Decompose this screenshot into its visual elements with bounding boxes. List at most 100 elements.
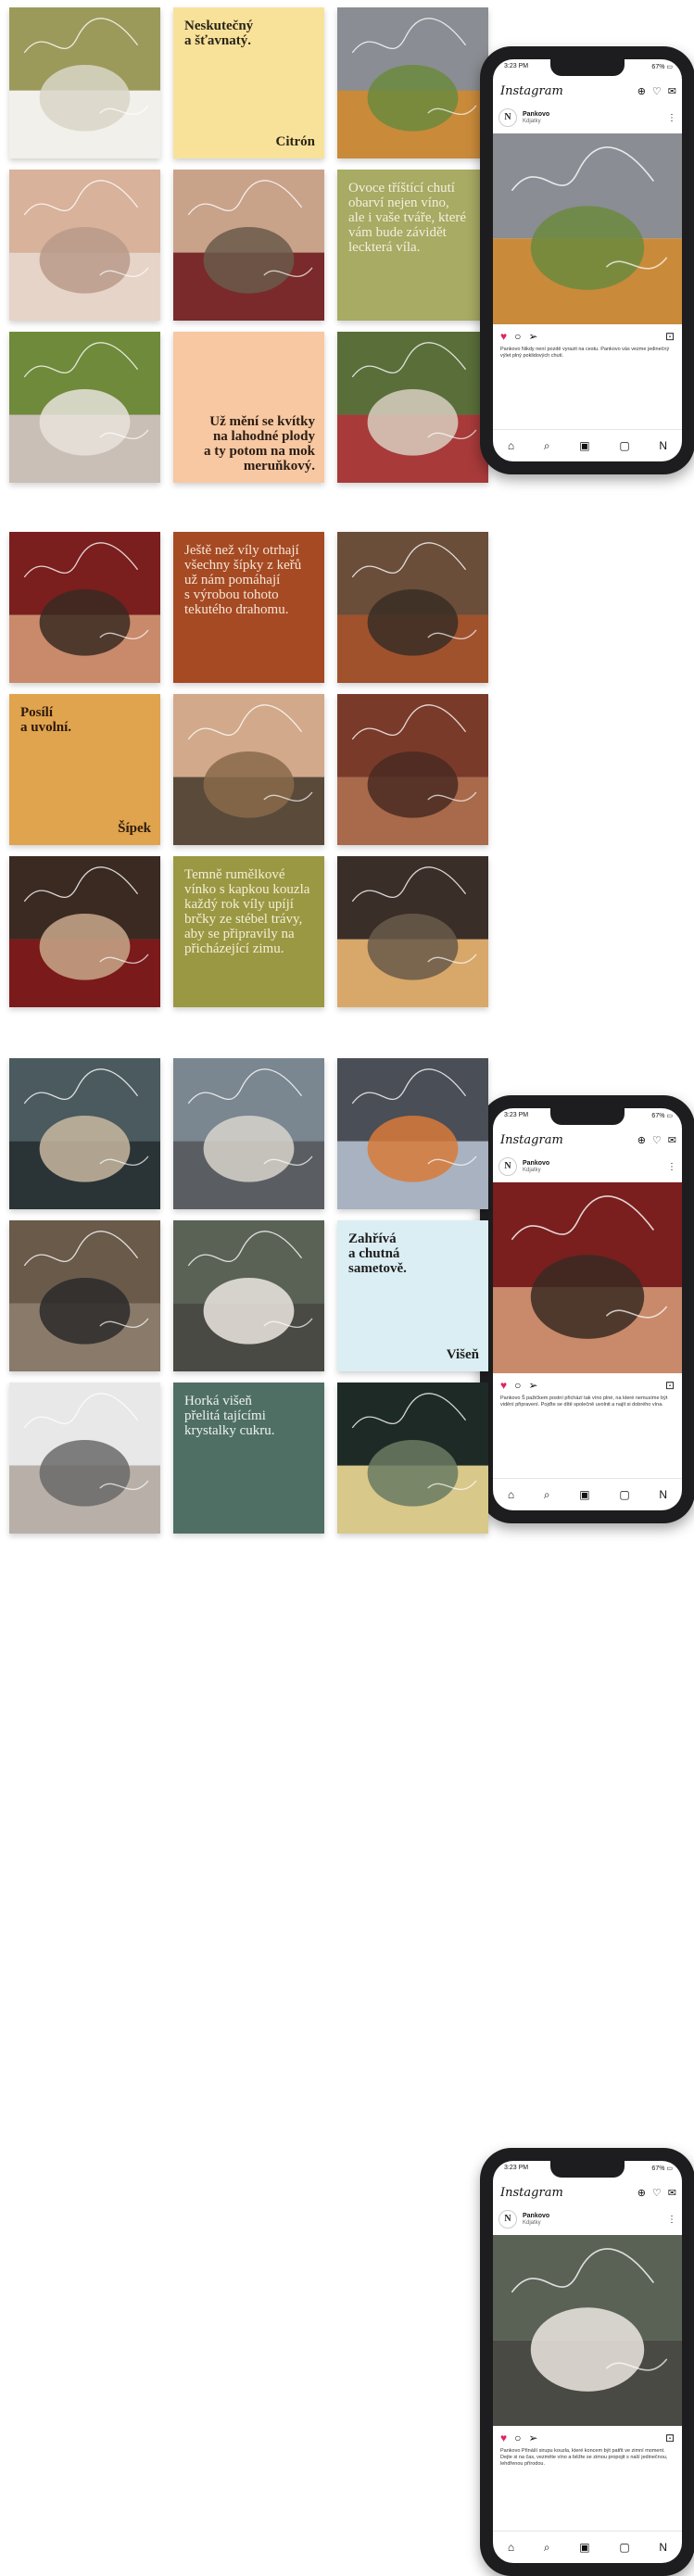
bookmark-icon[interactable]: ⊡	[665, 2431, 675, 2444]
comment-icon[interactable]: ○	[514, 330, 521, 343]
search-icon[interactable]: ⌕	[544, 439, 550, 453]
post-actions: ♥ ○ ➢ ⊡	[500, 330, 675, 343]
shop-icon[interactable]: ▢	[619, 1488, 629, 1501]
berries-hand-photo	[337, 332, 488, 483]
beach-sunset-photo	[9, 170, 160, 321]
shop-icon[interactable]: ▢	[619, 2541, 629, 2554]
shop-icon[interactable]: ▢	[619, 439, 629, 452]
candles-book-photo	[337, 856, 488, 1007]
search-icon[interactable]: ⌕	[544, 2541, 550, 2555]
text-tile: Ovoce tříštící chutí obarví nejen víno, …	[337, 170, 488, 321]
sheep-antlers-photo	[173, 1220, 324, 1371]
account-name[interactable]: Pankovo	[523, 2213, 549, 2220]
grid-section-1: Neskutečný a šťavnatý. Citrón Ovoce tříšt…	[0, 7, 694, 483]
post-caption: Pankovo Š pažičkem postní přichází tak v…	[500, 1395, 668, 1408]
text-tile: Zahřívá a chutná sametově. Višeň	[337, 1220, 488, 1371]
reels-icon[interactable]: ▣	[579, 439, 589, 452]
like-heart-icon[interactable]: ♥	[500, 2431, 507, 2444]
text-tile: Temně rumělkové vínko s kapkou kouzla ka…	[173, 856, 324, 1007]
logs-forest-photo	[9, 1058, 160, 1209]
share-icon[interactable]: ➢	[528, 2431, 537, 2444]
like-heart-icon[interactable]: ♥	[500, 330, 507, 343]
share-icon[interactable]: ➢	[528, 1379, 537, 1392]
account-name[interactable]: Pankovo	[523, 111, 549, 119]
heart-icon[interactable]: ♡	[652, 85, 662, 97]
grid-section-3: Zahřívá a chutná sametově. Višeň Horká vi…	[0, 1058, 694, 2576]
text-tile: Ještě než víly otrhají všechny šípky z k…	[173, 532, 324, 683]
post-caption: Pankovo Přináší sirupu kouzla, které kon…	[500, 2448, 668, 2467]
status-time: 3:23 PM	[504, 63, 529, 69]
tile-text: Už mění se kvítky na lahodné plody a ty …	[203, 414, 315, 474]
profile-icon[interactable]: N	[659, 439, 667, 452]
bottom-nav: ⌂ ⌕ ▣ ▢ N	[493, 429, 682, 461]
tile-corner-label: Višeň	[446, 1347, 479, 1362]
comment-icon[interactable]: ○	[514, 1379, 521, 1392]
text-tile: Neskutečný a šťavnatý. Citrón	[173, 7, 324, 158]
bottom-nav: ⌂ ⌕ ▣ ▢ N	[493, 1478, 682, 1510]
text-tile: Už mění se kvítky na lahodné plody a ty …	[173, 332, 324, 483]
account-subtitle: Kdjatky	[523, 118, 541, 124]
picnic-blanket-photo	[9, 7, 160, 158]
home-icon[interactable]: ⌂	[508, 2541, 514, 2554]
post-actions: ♥ ○ ➢ ⊡	[500, 1379, 675, 1392]
tea-sweater-photo	[337, 532, 488, 683]
like-heart-icon[interactable]: ♥	[500, 1379, 507, 1392]
more-options-icon[interactable]: ⋮	[667, 113, 676, 123]
tile-text: Temně rumělkové vínko s kapkou kouzla ka…	[184, 867, 310, 956]
wine-book-fire-photo	[9, 856, 160, 1007]
wine-toast-photo	[173, 170, 324, 321]
profile-icon[interactable]: N	[659, 1488, 667, 1501]
status-time: 3:23 PM	[504, 2165, 529, 2171]
fire-glasses-photo	[337, 1058, 488, 1209]
grid-section-2: Ještě než víly otrhají všechny šípky z k…	[0, 532, 694, 1523]
woman-coat-photo	[173, 1058, 324, 1209]
status-bar: 3:23 PM 67% ▭	[504, 2165, 673, 2172]
mountain-van-photo	[337, 7, 488, 158]
woman-grass-photo	[9, 1220, 160, 1371]
bookmark-icon[interactable]: ⊡	[665, 1379, 675, 1392]
messenger-icon[interactable]: ✉	[668, 85, 676, 97]
bottom-nav: ⌂ ⌕ ▣ ▢ N	[493, 2531, 682, 2563]
new-post-icon[interactable]: ⊕	[637, 2187, 646, 2199]
avatar[interactable]: N	[498, 108, 517, 127]
account-subtitle: Kdjatky	[523, 2219, 541, 2226]
more-options-icon[interactable]: ⋮	[667, 2215, 676, 2225]
christmas-tree-photo	[337, 1383, 488, 1534]
reels-icon[interactable]: ▣	[579, 1488, 589, 1501]
avatar[interactable]: N	[498, 2210, 517, 2229]
home-icon[interactable]: ⌂	[508, 1488, 514, 1501]
heart-icon[interactable]: ♡	[652, 2187, 662, 2199]
text-tile: Horká višeň přelitá tajícími krystalky c…	[173, 1383, 324, 1534]
phone-mockup: 3:23 PM 67% ▭ Instagram ⊕ ♡ ✉ N Pankovo …	[480, 2148, 694, 2576]
post-actions: ♥ ○ ➢ ⊡	[500, 2431, 675, 2444]
tile-text: Horká višeň přelitá tajícími krystalky c…	[184, 1394, 275, 1438]
search-icon[interactable]: ⌕	[544, 1488, 550, 1502]
status-battery: 67% ▭	[651, 64, 673, 70]
phone-mockup: 3:23 PM 67% ▭ Instagram ⊕ ♡ ✉ N Pankovo …	[480, 46, 694, 474]
instagram-logo: Instagram	[500, 83, 563, 98]
snow-mug-photo	[9, 1383, 160, 1534]
status-battery: 67% ▭	[651, 2166, 673, 2172]
status-bar: 3:23 PM 67% ▭	[504, 63, 673, 70]
bookmark-icon[interactable]: ⊡	[665, 330, 675, 343]
tile-corner-label: Šípek	[118, 821, 151, 836]
home-icon[interactable]: ⌂	[508, 439, 514, 452]
profile-icon[interactable]: N	[659, 2541, 667, 2554]
messenger-icon[interactable]: ✉	[668, 2187, 676, 2199]
share-icon[interactable]: ➢	[528, 330, 537, 343]
railway-forest-photo	[337, 694, 488, 845]
umbrella-field-photo	[173, 694, 324, 845]
post-caption: Pankovo Nikdy není pozdě vyrazit na cest…	[500, 347, 670, 359]
reels-icon[interactable]: ▣	[579, 2541, 589, 2554]
instagram-screen: 3:23 PM 67% ▭ Instagram ⊕ ♡ ✉ N Pankovo …	[493, 2161, 682, 2563]
instagram-screen: 3:23 PM 67% ▭ Instagram ⊕ ♡ ✉ N Pankovo …	[493, 59, 682, 461]
post-header: N Pankovo Kdjatky ⋮	[498, 106, 676, 130]
tile-text: Neskutečný a šťavnatý.	[184, 19, 254, 48]
woman-red-leaves-photo	[9, 532, 160, 683]
tile-text: Zahřívá a chutná sametově.	[348, 1231, 407, 1276]
tile-text: Ještě než víly otrhají všechny šípky z k…	[184, 543, 302, 617]
instagram-header: Instagram ⊕ ♡ ✉	[500, 82, 676, 100]
text-tile: Posílí a uvolní. Šípek	[9, 694, 160, 845]
comment-icon[interactable]: ○	[514, 2431, 521, 2444]
new-post-icon[interactable]: ⊕	[637, 85, 646, 97]
